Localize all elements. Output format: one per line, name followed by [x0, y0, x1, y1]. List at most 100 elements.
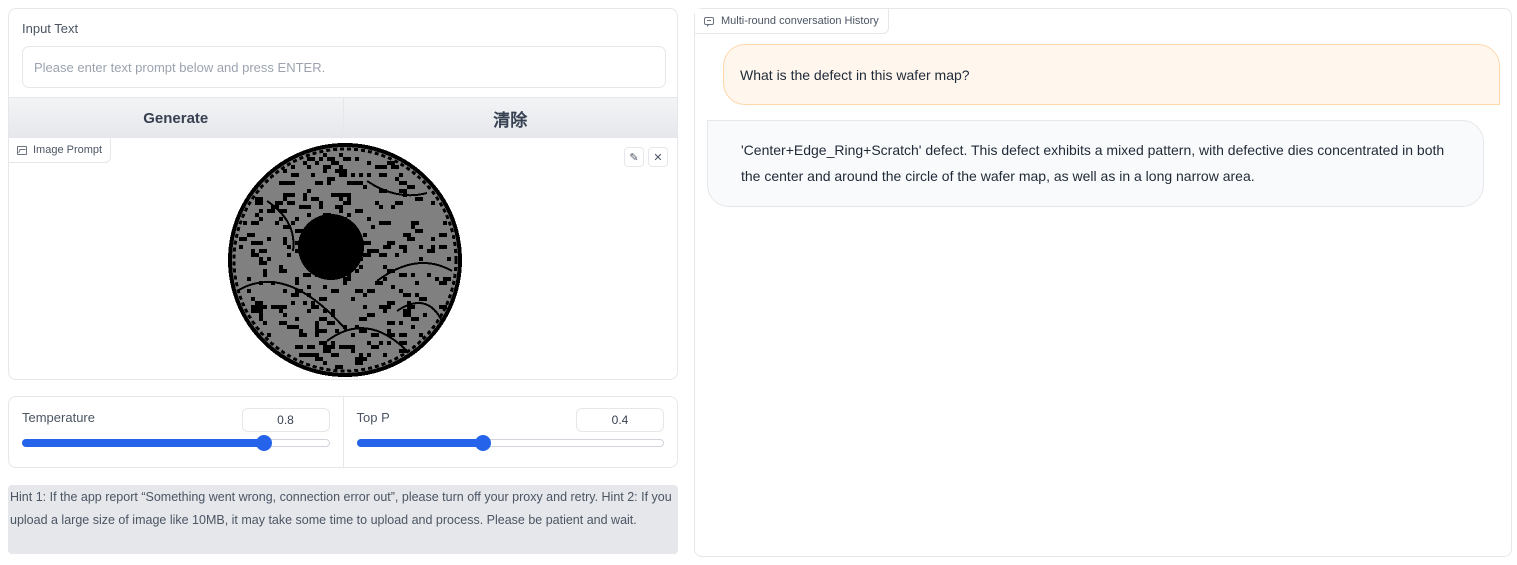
hint-text: Hint 1: If the app report “Something wen…: [8, 485, 678, 554]
pencil-icon[interactable]: ✎: [624, 147, 644, 167]
defect-die: [303, 161, 307, 165]
defect-die: [259, 317, 263, 321]
defect-die: [403, 309, 411, 313]
defect-die: [319, 205, 323, 209]
defect-die: [343, 277, 351, 281]
defect-die: [279, 217, 283, 221]
defect-die: [395, 177, 399, 181]
defect-die: [307, 205, 311, 209]
temperature-value-input[interactable]: 0.8: [241, 408, 330, 432]
defect-die: [323, 169, 327, 173]
chat-panel: Multi-round conversation History What is…: [694, 8, 1512, 557]
defect-die: [359, 329, 367, 333]
defect-die: [283, 197, 287, 201]
defect-die: [255, 197, 263, 201]
wafer-center-defect: [298, 214, 364, 280]
defect-die: [339, 209, 343, 213]
defect-die: [335, 365, 343, 369]
defect-die: [343, 169, 347, 173]
defect-die: [251, 297, 255, 301]
defect-die: [363, 233, 367, 237]
defect-die: [251, 249, 255, 253]
defect-die: [295, 325, 299, 329]
defect-die: [303, 273, 307, 277]
defect-die: [335, 161, 339, 165]
defect-die: [251, 241, 255, 245]
defect-die: [247, 277, 251, 281]
defect-die: [299, 333, 307, 337]
defect-die: [339, 173, 347, 177]
defect-die: [287, 245, 291, 249]
defect-die: [323, 165, 331, 169]
defect-die: [323, 361, 327, 365]
close-icon[interactable]: ✕: [648, 147, 668, 167]
defect-die: [423, 313, 427, 317]
image-prompt-block[interactable]: Image Prompt ✎ ✕: [8, 138, 678, 380]
defect-die: [379, 205, 383, 209]
defect-die: [287, 181, 295, 185]
defect-die: [443, 277, 451, 281]
defect-die: [363, 185, 367, 189]
defect-die: [367, 313, 375, 317]
defect-die: [283, 313, 287, 317]
defect-die: [259, 209, 263, 213]
defect-die: [367, 289, 371, 293]
defect-die: [351, 349, 355, 353]
image-prompt-label: Image Prompt: [33, 144, 103, 156]
temperature-label: Temperature: [22, 410, 95, 425]
defect-die: [291, 301, 295, 305]
defect-die: [319, 341, 327, 345]
defect-die: [351, 333, 355, 337]
top-p-slider-thumb[interactable]: [474, 435, 491, 451]
top-p-slider-fill: [356, 439, 482, 447]
defect-die: [391, 165, 399, 169]
top-p-slider[interactable]: [356, 435, 664, 451]
defect-die: [359, 289, 363, 293]
defect-die: [439, 233, 447, 237]
defect-die: [343, 281, 347, 285]
defect-die: [387, 329, 391, 333]
temperature-slider[interactable]: [22, 435, 330, 451]
defect-die: [367, 217, 371, 221]
defect-die: [251, 253, 259, 257]
defect-die: [279, 181, 287, 185]
defect-die: [347, 181, 355, 185]
defect-die: [399, 245, 407, 249]
defect-die: [275, 201, 283, 205]
defect-die: [391, 285, 395, 289]
button-row: Generate 清除: [8, 97, 678, 139]
top-p-slider-group: Top P 0.4: [342, 397, 678, 467]
defect-die: [327, 181, 331, 185]
defect-die: [331, 341, 335, 345]
defect-die: [251, 305, 259, 309]
defect-die: [295, 277, 299, 281]
clear-button[interactable]: 清除: [342, 97, 677, 139]
defect-die: [411, 325, 415, 329]
defect-die: [387, 301, 395, 305]
defect-die: [271, 305, 279, 309]
defect-die: [331, 309, 335, 313]
temperature-slider-fill: [22, 439, 264, 447]
slider-block: Temperature 0.8 Top P 0.4: [8, 396, 678, 468]
chat-history-label: Multi-round conversation History: [721, 15, 879, 27]
defect-die: [291, 165, 295, 169]
defect-die: [363, 293, 367, 297]
defect-die: [303, 353, 307, 357]
defect-die: [307, 189, 311, 193]
temperature-slider-thumb[interactable]: [256, 435, 273, 451]
defect-die: [339, 197, 343, 201]
defect-die: [395, 201, 403, 205]
defect-die: [315, 161, 319, 165]
defect-die: [375, 165, 379, 169]
defect-die: [419, 333, 423, 337]
defect-die: [355, 361, 359, 365]
top-p-value-input[interactable]: 0.4: [576, 408, 664, 432]
defect-die: [303, 301, 307, 305]
generate-button[interactable]: Generate: [9, 97, 343, 139]
defect-die: [375, 281, 383, 285]
defect-die: [311, 301, 315, 305]
defect-die: [295, 281, 299, 285]
prompt-input[interactable]: [22, 46, 666, 88]
defect-die: [319, 157, 323, 161]
defect-die: [347, 213, 351, 217]
